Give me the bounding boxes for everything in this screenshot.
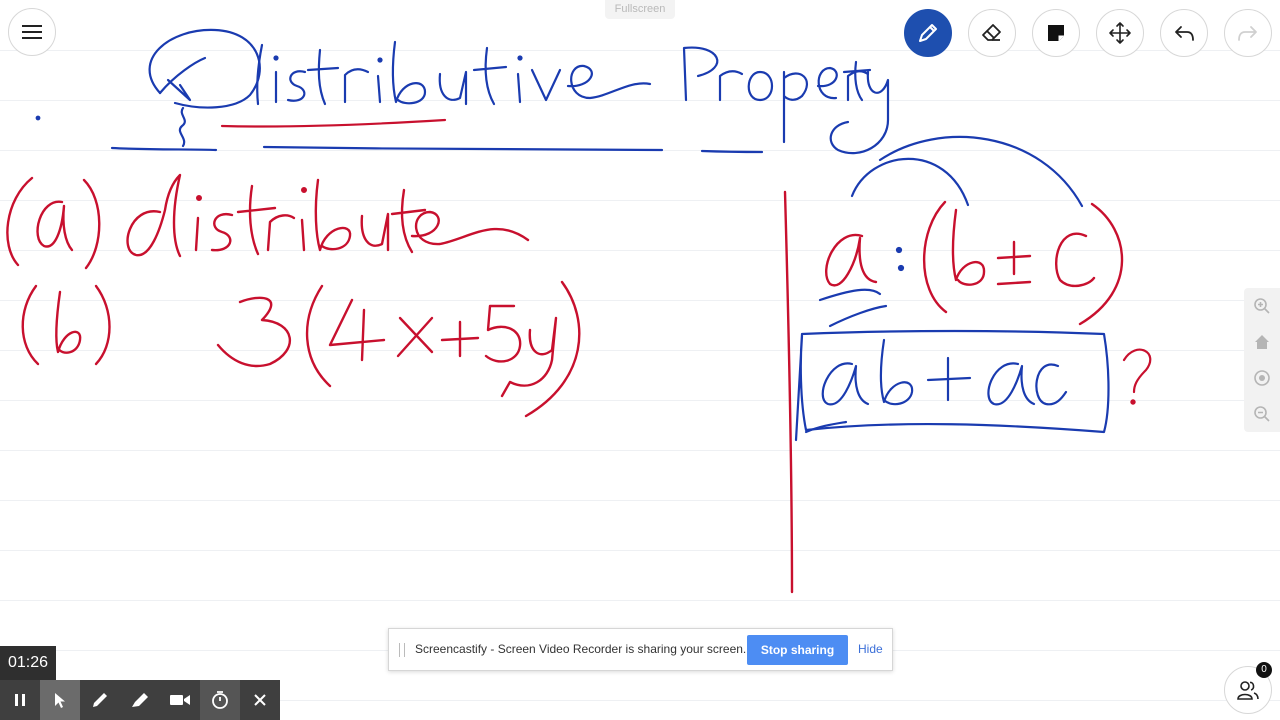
cursor-button[interactable]: [40, 680, 80, 720]
pause-button[interactable]: [0, 680, 40, 720]
home-icon: [1255, 335, 1269, 349]
pencil-icon: [919, 24, 937, 42]
move-icon: [1109, 22, 1131, 44]
handwriting-layer: [6, 28, 1152, 594]
move-tool-button[interactable]: [1096, 9, 1144, 57]
undo-icon: [1175, 26, 1194, 41]
item-a-ink: [6, 173, 530, 270]
formula-blue-ink: [794, 135, 1110, 442]
redo-icon: [1238, 26, 1257, 41]
center-button[interactable]: [1244, 360, 1280, 396]
home-button[interactable]: [1244, 324, 1280, 360]
share-message: Screencastify - Screen Video Recorder is…: [415, 642, 747, 656]
undo-button[interactable]: [1160, 9, 1208, 57]
fullscreen-label[interactable]: Fullscreen: [605, 0, 675, 19]
target-icon: [1254, 370, 1270, 386]
screen-share-bar: Screencastify - Screen Video Recorder is…: [388, 628, 893, 671]
redo-button[interactable]: [1224, 9, 1272, 57]
zoom-out-icon: [1254, 406, 1270, 422]
hamburger-icon: [22, 25, 42, 39]
zoom-out-button[interactable]: [1244, 396, 1280, 432]
collaborator-count-badge: 0: [1256, 662, 1272, 678]
formula-red-ink: [825, 200, 1124, 326]
annotate-pen-button[interactable]: [80, 680, 120, 720]
zoom-in-button[interactable]: [1244, 288, 1280, 324]
title-red-underline: [220, 118, 447, 128]
hide-button[interactable]: Hide: [858, 629, 883, 670]
sticky-note-icon: [1048, 25, 1064, 41]
pause-icon: [15, 694, 25, 706]
menu-button[interactable]: [8, 8, 56, 56]
timer-icon: [212, 691, 228, 709]
highlighter-icon: [132, 693, 148, 707]
timer-button[interactable]: [200, 680, 240, 720]
title-ink: [35, 28, 890, 155]
recording-timer: 01:26: [0, 646, 56, 680]
sticky-note-button[interactable]: [1032, 9, 1080, 57]
highlighter-button[interactable]: [120, 680, 160, 720]
close-icon: [254, 694, 266, 706]
zoom-panel: [1244, 288, 1280, 432]
stop-sharing-button[interactable]: Stop sharing: [747, 635, 848, 665]
eraser-icon: [982, 24, 1001, 41]
pen-tool-button[interactable]: [904, 9, 952, 57]
zoom-in-icon: [1254, 298, 1270, 314]
close-recorder-button[interactable]: [240, 680, 280, 720]
camera-icon: [170, 695, 190, 705]
question-mark-ink: [1122, 348, 1152, 405]
eraser-tool-button[interactable]: [968, 9, 1016, 57]
divider-line: [783, 190, 794, 594]
pen-icon: [93, 693, 107, 707]
drag-handle-icon[interactable]: [399, 643, 405, 657]
cursor-icon: [55, 693, 65, 708]
item-b-ink: [21, 280, 581, 418]
users-icon: [1237, 681, 1259, 700]
recorder-toolbar: [0, 680, 280, 720]
camera-button[interactable]: [160, 680, 200, 720]
